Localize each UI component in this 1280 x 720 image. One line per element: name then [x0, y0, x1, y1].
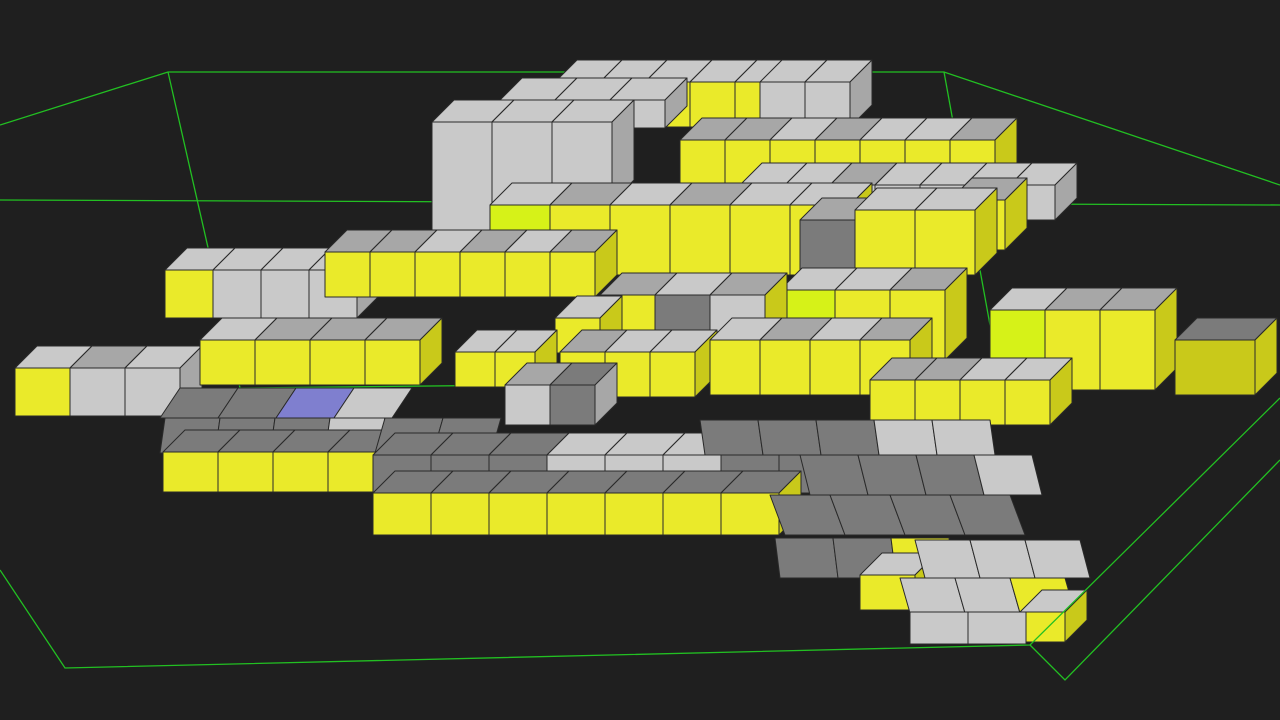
- floor-tile: [815, 419, 880, 456]
- cube-front-face: [854, 209, 916, 276]
- cube-front-face: [1004, 379, 1051, 426]
- cube-front-face: [254, 339, 311, 386]
- cube-front-face: [914, 379, 961, 426]
- cube-front-face: [260, 269, 310, 319]
- cube-front-face: [709, 339, 761, 396]
- cube-front-face: [14, 367, 71, 417]
- cube-front-face: [604, 492, 664, 536]
- cube-front-face: [649, 351, 696, 398]
- floor-tile: [954, 577, 1021, 614]
- cube-front-face: [272, 451, 329, 493]
- cube-front-face: [69, 367, 126, 417]
- voxel-cube: [914, 187, 998, 276]
- floor-tile: [1024, 539, 1091, 579]
- voxel-cube: [1174, 317, 1278, 396]
- cube-front-face: [212, 269, 262, 319]
- cube-front-face: [199, 339, 256, 386]
- cube-front-face: [679, 139, 726, 186]
- cube-front-face: [669, 204, 731, 276]
- cube-front-face: [164, 269, 214, 319]
- floor-tile: [931, 419, 996, 456]
- cube-front-face: [869, 379, 916, 426]
- cube-front-face: [372, 492, 432, 536]
- cube-front-face: [369, 251, 416, 298]
- floor-tile: [699, 419, 764, 456]
- voxel-cube: [364, 317, 443, 386]
- floor-tile: [757, 419, 822, 456]
- floor-tile: [857, 454, 927, 496]
- cube-front-face: [609, 204, 671, 276]
- floor-tile: [973, 454, 1043, 496]
- cube-front-face: [759, 339, 811, 396]
- floor-tile: [873, 419, 938, 456]
- cube-front-face: [1099, 309, 1156, 391]
- cube-front-face: [414, 251, 461, 298]
- cube-front-face: [549, 251, 596, 298]
- cube-front-face: [546, 492, 606, 536]
- cube-front-face: [720, 492, 780, 536]
- cube-front-face: [1174, 339, 1256, 396]
- cube-front-face: [430, 492, 490, 536]
- floor-tile: [967, 611, 1027, 645]
- voxel-maze-scene[interactable]: [0, 0, 1280, 720]
- floor-tile: [799, 454, 869, 496]
- cube-front-face: [364, 339, 421, 386]
- voxel-blocks: [14, 59, 1278, 645]
- floor-tile: [909, 611, 969, 645]
- floor-tile: [915, 454, 985, 496]
- cube-front-face: [662, 492, 722, 536]
- cube-front-face: [162, 451, 219, 493]
- cube-front-face: [454, 351, 496, 388]
- cube-front-face: [309, 339, 366, 386]
- floor-tile: [899, 577, 966, 614]
- cube-front-face: [504, 384, 551, 426]
- cube-front-face: [549, 384, 596, 426]
- cube-front-face: [324, 251, 371, 298]
- floor-tile: [969, 539, 1036, 579]
- floor-tile: [914, 539, 981, 579]
- floor-tile: [774, 537, 839, 579]
- cube-front-face: [459, 251, 506, 298]
- cube-front-face: [809, 339, 861, 396]
- voxel-cube: [1099, 287, 1178, 391]
- cube-front-face: [217, 451, 274, 493]
- cube-front-face: [729, 204, 791, 276]
- cube-front-face: [959, 379, 1006, 426]
- cube-front-face: [488, 492, 548, 536]
- game-viewport[interactable]: [0, 0, 1280, 720]
- cube-front-face: [504, 251, 551, 298]
- cube-front-face: [914, 209, 976, 276]
